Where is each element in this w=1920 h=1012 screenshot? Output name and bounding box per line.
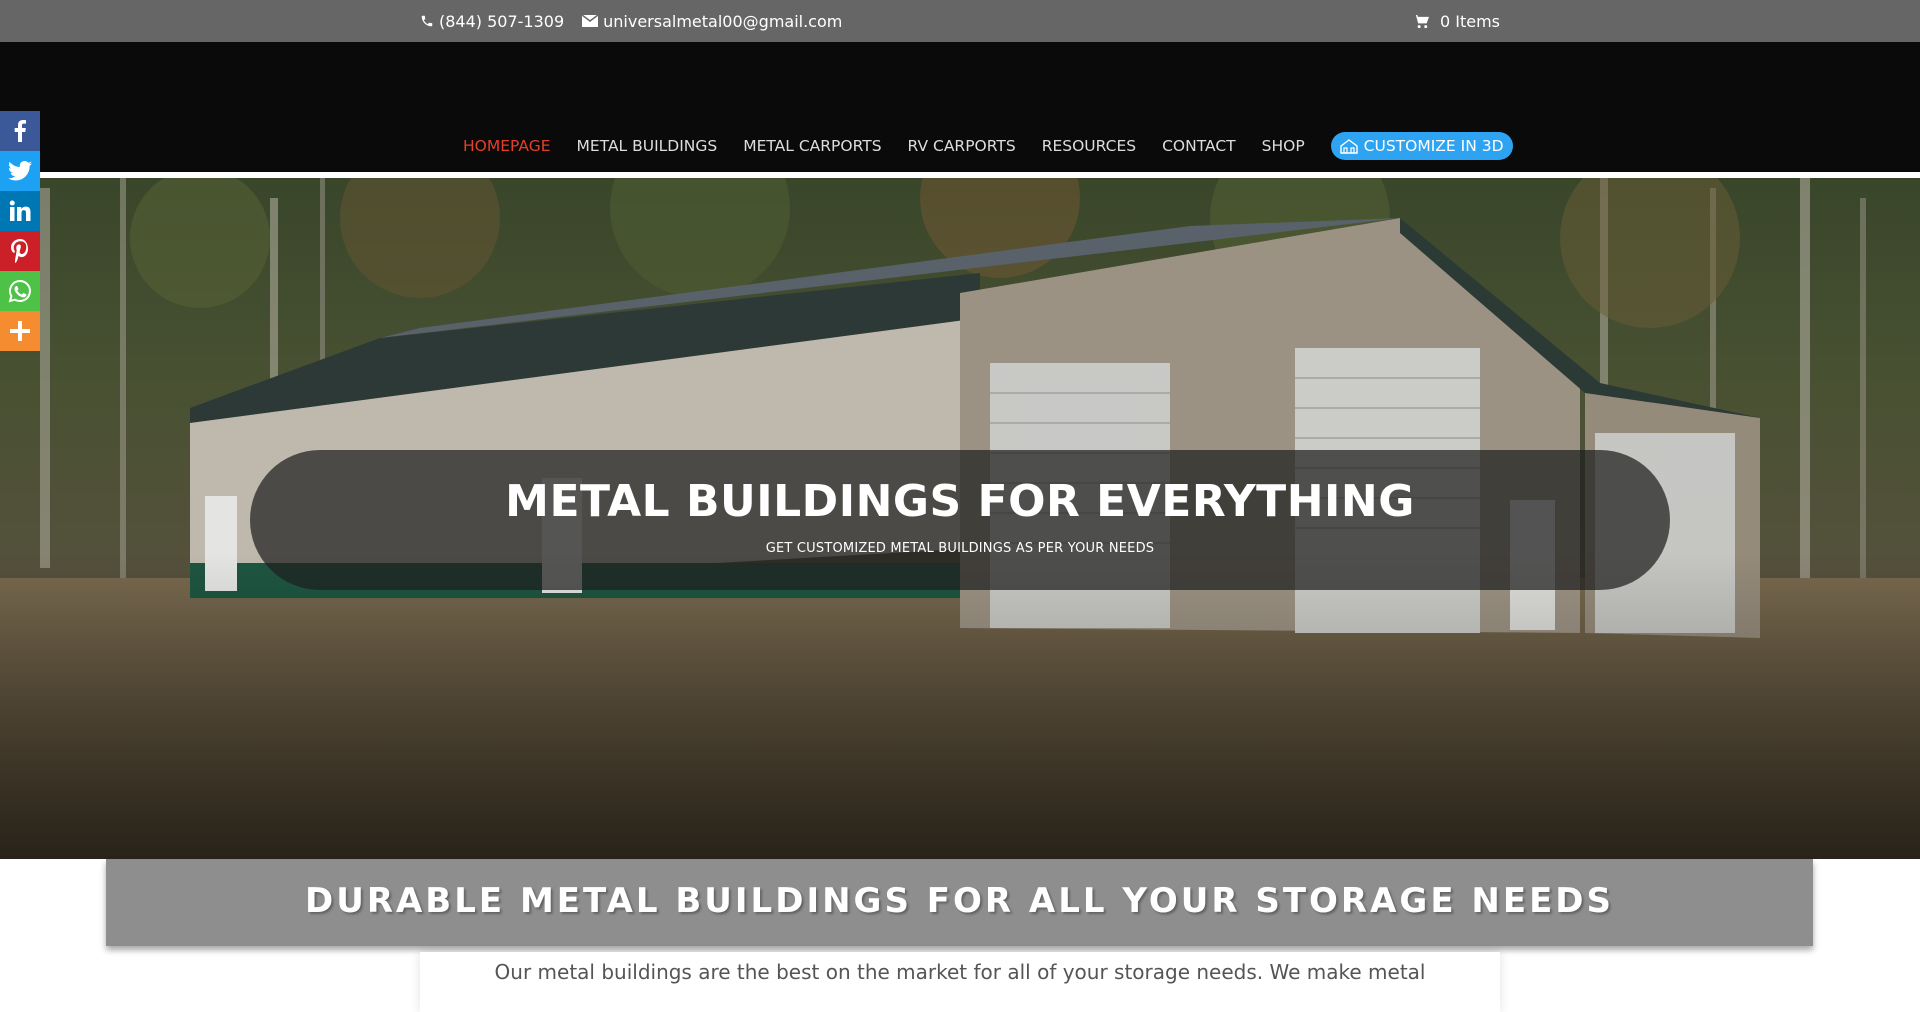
contact-info: (844) 507-1309 universalmetal00@gmail.co… <box>420 0 842 42</box>
envelope-icon <box>582 15 599 27</box>
whatsapp-share-button[interactable] <box>0 271 40 311</box>
twitter-share-button[interactable] <box>0 151 40 191</box>
pinterest-share-button[interactable] <box>0 231 40 271</box>
more-share-button[interactable] <box>0 311 40 351</box>
hero-caption-box: METAL BUILDINGS FOR EVERYTHING GET CUSTO… <box>250 450 1670 590</box>
twitter-icon <box>8 161 32 181</box>
linkedin-icon <box>9 200 31 221</box>
nav-metal-buildings[interactable]: METAL BUILDINGS <box>577 137 718 155</box>
phone-number: (844) 507-1309 <box>439 11 565 31</box>
cart-count: 0 Items <box>1439 11 1500 31</box>
whatsapp-icon <box>8 279 31 303</box>
customize-3d-button[interactable]: CUSTOMIZE IN 3D <box>1330 132 1513 160</box>
section-title: DURABLE METAL BUILDINGS FOR ALL YOUR STO… <box>304 881 1615 921</box>
hero-subtitle: GET CUSTOMIZED METAL BUILDINGS AS PER YO… <box>765 541 1155 556</box>
section-banner: DURABLE METAL BUILDINGS FOR ALL YOUR STO… <box>106 859 1813 946</box>
nav-shop[interactable]: SHOP <box>1262 137 1305 155</box>
site-header: HOMEPAGE METAL BUILDINGS METAL CARPORTS … <box>0 42 1920 172</box>
phone-link[interactable]: (844) 507-1309 <box>420 12 564 31</box>
email-link[interactable]: universalmetal00@gmail.com <box>582 12 842 31</box>
facebook-icon <box>14 120 26 142</box>
customize-3d-label: CUSTOMIZE IN 3D <box>1363 137 1504 155</box>
hero-title: METAL BUILDINGS FOR EVERYTHING <box>505 476 1415 527</box>
hero-section: METAL BUILDINGS FOR EVERYTHING GET CUSTO… <box>0 178 1920 859</box>
main-nav: HOMEPAGE METAL BUILDINGS METAL CARPORTS … <box>463 132 1513 160</box>
intro-text: Our metal buildings are the best on the … <box>494 960 1426 984</box>
more-icon <box>10 321 30 341</box>
nav-metal-carports[interactable]: METAL CARPORTS <box>743 137 881 155</box>
linkedin-share-button[interactable] <box>0 191 40 231</box>
cart-icon <box>1413 14 1429 28</box>
nav-contact[interactable]: CONTACT <box>1162 137 1236 155</box>
social-share-bar <box>0 111 40 351</box>
nav-resources[interactable]: RESOURCES <box>1042 137 1136 155</box>
cart-link[interactable]: 0 Items <box>1413 0 1500 42</box>
pinterest-icon <box>11 239 28 263</box>
email-address: universalmetal00@gmail.com <box>603 11 843 31</box>
nav-rv-carports[interactable]: RV CARPORTS <box>908 137 1016 155</box>
building-icon <box>1339 138 1358 154</box>
nav-homepage[interactable]: HOMEPAGE <box>463 137 551 155</box>
phone-icon <box>421 15 433 27</box>
top-bar: (844) 507-1309 universalmetal00@gmail.co… <box>0 0 1920 42</box>
facebook-share-button[interactable] <box>0 111 40 151</box>
intro-card: Our metal buildings are the best on the … <box>420 952 1500 1012</box>
